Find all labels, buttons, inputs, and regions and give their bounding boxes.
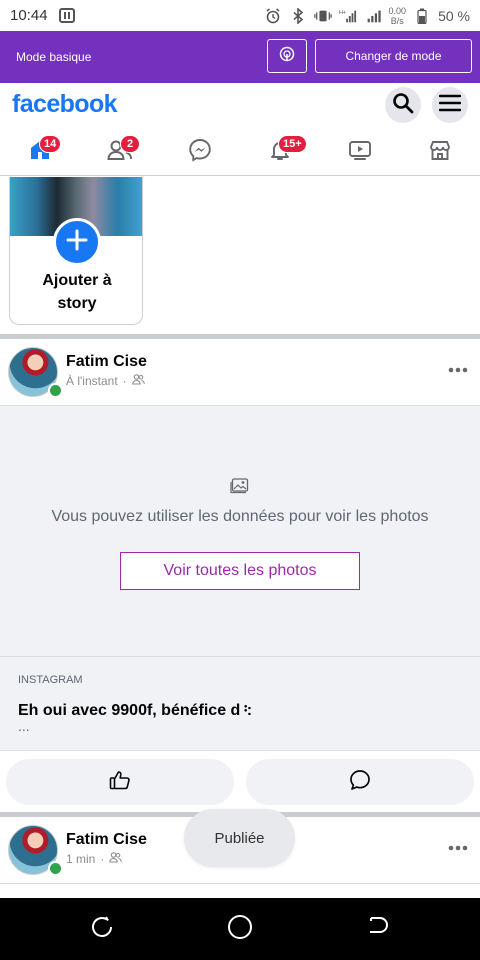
comment-icon <box>349 769 371 796</box>
battery-icon <box>413 8 431 24</box>
link-source: INSTAGRAM <box>18 674 83 686</box>
photo-data-notice: Vous pouvez utiliser les données pour vo… <box>51 508 429 525</box>
add-story-label: Ajouter à story <box>10 269 142 315</box>
tab-watch[interactable] <box>340 135 380 169</box>
data-saver-button[interactable] <box>267 39 307 73</box>
more-options-icon[interactable] <box>448 835 468 856</box>
svg-text:H+: H+ <box>339 10 346 16</box>
signal-icon <box>364 8 382 24</box>
net-speed-unit: B/s <box>390 15 404 26</box>
post-actions <box>0 752 480 812</box>
post-author[interactable]: Fatim Cise <box>66 831 147 849</box>
comment-button[interactable] <box>246 759 474 805</box>
tab-bar: 14 2 15+ <box>0 127 480 176</box>
post-time[interactable]: 1 min <box>66 852 95 866</box>
like-button[interactable] <box>6 759 234 805</box>
stories-tray: Ajouter à story <box>0 177 480 334</box>
create-story-card[interactable]: Ajouter à story <box>9 177 143 325</box>
watch-icon <box>348 138 372 167</box>
more-options-icon[interactable] <box>448 357 468 378</box>
battery-level: 50 % <box>438 7 470 24</box>
home-circle-icon <box>227 914 253 945</box>
menu-button[interactable] <box>432 87 468 123</box>
net-speed: 0.00 B/s <box>389 6 407 26</box>
vibrate-icon <box>313 8 332 24</box>
recents-icon <box>90 915 114 944</box>
link-description: ... <box>18 718 30 734</box>
mode-bar: Mode basique Changer de mode <box>0 31 480 83</box>
view-all-photos-button[interactable]: Voir toutes les photos <box>120 552 360 590</box>
data-saver-icon <box>279 46 295 67</box>
mode-label: Mode basique <box>16 50 92 64</box>
post-header: Fatim Cise À l'instant · <box>0 339 480 405</box>
change-mode-button[interactable]: Changer de mode <box>315 39 472 73</box>
image-icon <box>230 476 250 499</box>
back-button[interactable] <box>365 916 391 942</box>
status-icons: H+ 0.00 B/s 50 % <box>264 6 470 26</box>
post-meta: À l'instant · <box>66 374 145 388</box>
recent-apps-button[interactable] <box>89 916 115 942</box>
friends-audience-icon <box>131 374 145 388</box>
friends-badge: 2 <box>120 135 140 153</box>
status-bar: 10:44 H+ 0.00 B/s 50 % <box>0 0 480 31</box>
status-time: 10:44 <box>10 7 48 24</box>
signal-h-plus-icon: H+ <box>339 8 357 24</box>
add-story-button[interactable] <box>53 218 101 266</box>
post-time[interactable]: À l'instant <box>66 374 118 388</box>
photo-placeholder: Vous pouvez utiliser les données pour vo… <box>0 405 480 656</box>
screen: 10:44 H+ 0.00 B/s 50 % Mode basique Chan… <box>0 0 480 960</box>
meta-dot: · <box>100 852 105 866</box>
messenger-icon <box>188 138 212 167</box>
link-preview[interactable]: INSTAGRAM Eh oui avec 9900f, bénéfice d᠄… <box>0 656 480 751</box>
thumbs-up-icon <box>109 770 131 795</box>
search-button[interactable] <box>385 87 421 123</box>
header: facebook <box>0 83 480 127</box>
nfc-icon <box>58 8 76 24</box>
add-story-label-line1: Ajouter à <box>42 272 112 289</box>
published-toast: Publiée <box>184 809 295 867</box>
tab-messenger[interactable] <box>180 135 220 169</box>
home-badge: 14 <box>39 135 62 153</box>
system-navigation-bar <box>0 898 480 960</box>
search-icon <box>392 92 414 119</box>
add-story-label-line2: story <box>57 295 97 312</box>
post-body-start <box>0 883 480 898</box>
post-author[interactable]: Fatim Cise <box>66 353 147 371</box>
link-title: Eh oui avec 9900f, bénéfice d᠄: <box>18 702 253 719</box>
plus-icon <box>66 229 88 256</box>
alarm-icon <box>264 7 282 24</box>
back-icon <box>366 915 390 944</box>
marketplace-icon <box>428 138 452 167</box>
tab-marketplace[interactable] <box>420 135 460 169</box>
net-speed-value: 0.00 <box>388 5 407 16</box>
hamburger-icon <box>438 94 462 117</box>
online-indicator <box>48 383 63 398</box>
friends-audience-icon <box>109 852 123 866</box>
notifications-badge: 15+ <box>278 135 307 153</box>
facebook-logo[interactable]: facebook <box>12 90 118 119</box>
bluetooth-icon <box>289 7 307 24</box>
home-button[interactable] <box>227 914 253 945</box>
online-indicator <box>48 861 63 876</box>
post-meta: 1 min · <box>66 852 123 866</box>
meta-dot: · <box>122 374 127 388</box>
